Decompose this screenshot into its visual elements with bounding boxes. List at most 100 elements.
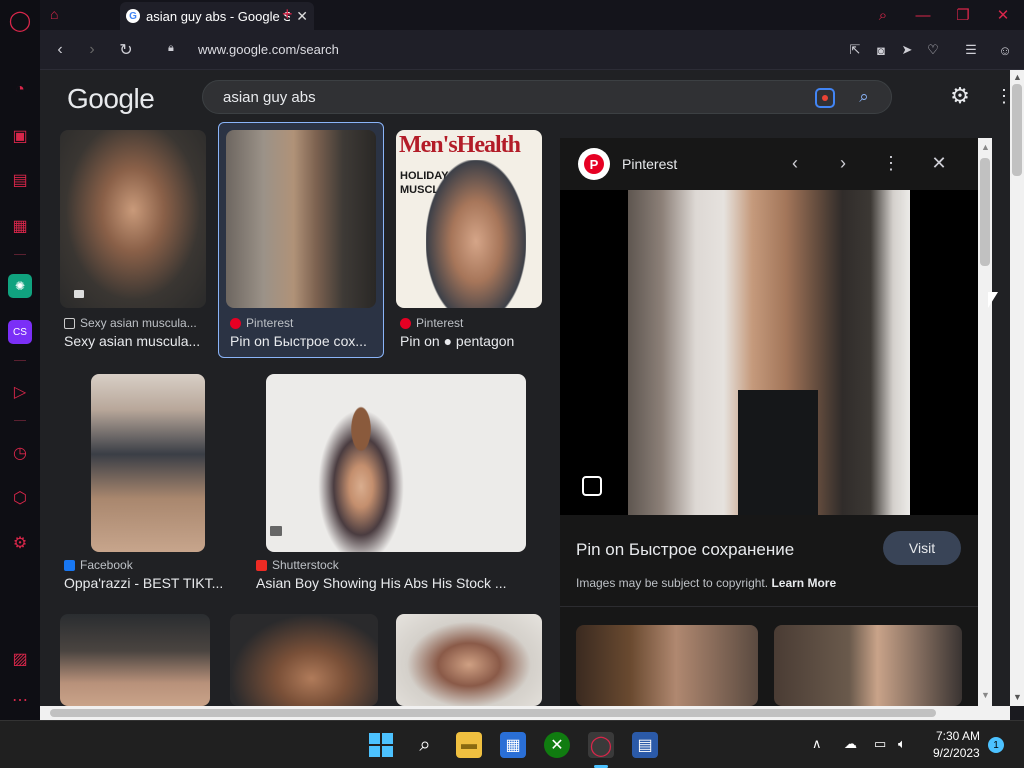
clock-time[interactable]: 7:30 AM: [936, 729, 980, 743]
lock-icon[interactable]: 🔒︎: [168, 42, 180, 56]
learn-more-link[interactable]: Learn More: [771, 576, 836, 590]
restore-icon[interactable]: ❐: [948, 4, 978, 26]
notification-badge[interactable]: 1: [988, 737, 1004, 753]
close-window-icon[interactable]: ✕: [988, 4, 1018, 26]
clock-date[interactable]: 9/2/2023: [933, 746, 980, 760]
search-taskbar-icon[interactable]: ⌕: [412, 732, 438, 758]
result-image[interactable]: [396, 614, 542, 706]
minimize-icon[interactable]: —: [908, 4, 938, 26]
google-logo[interactable]: Google: [67, 83, 155, 115]
windows-start-icon[interactable]: [368, 732, 394, 758]
speed-dial-icon[interactable]: ◔: [8, 78, 32, 102]
close-panel-icon[interactable]: ✕: [928, 152, 950, 174]
history-icon[interactable]: ◷: [8, 441, 32, 465]
search-box[interactable]: asian guy abs ⌕: [202, 80, 892, 114]
mouse-cursor: [988, 292, 998, 308]
google-favicon-icon: G: [126, 9, 140, 23]
forward-icon[interactable]: ›: [82, 40, 102, 60]
more-icon[interactable]: ⋯: [8, 688, 32, 712]
related-image[interactable]: [576, 625, 758, 706]
easy-setup-icon[interactable]: ☰: [962, 41, 980, 59]
settings-icon[interactable]: ⚙: [8, 531, 32, 555]
result-card[interactable]: Men'sHealth HOLIDAY MUSCLE Pinterest Pin…: [396, 128, 542, 352]
tab-islands-icon[interactable]: ⌂: [50, 6, 70, 24]
address-bar[interactable]: www.google.com/search: [198, 42, 339, 57]
apps-menu-icon[interactable]: ⋮: [995, 84, 1010, 108]
result-card[interactable]: Shutterstock Asian Boy Showing His Abs H…: [256, 372, 542, 594]
bookmark-heart-icon[interactable]: ♡: [924, 41, 942, 59]
search-input[interactable]: asian guy abs: [223, 89, 316, 106]
extensions-icon[interactable]: ▦: [8, 214, 32, 238]
panel-source-name[interactable]: Pinterest: [622, 156, 677, 172]
profile-icon[interactable]: ☺: [996, 41, 1014, 59]
result-title[interactable]: Sexy asian muscula...: [64, 333, 206, 349]
result-source: Shutterstock: [256, 558, 339, 572]
horizontal-scrollbar[interactable]: [40, 706, 1010, 720]
related-image[interactable]: [774, 625, 962, 706]
pinterest-logo-icon[interactable]: P: [578, 148, 610, 180]
onedrive-icon[interactable]: ☁: [844, 736, 857, 752]
google-lens-icon[interactable]: [815, 88, 835, 108]
reload-icon[interactable]: ↻: [116, 40, 136, 60]
calculator-icon[interactable]: ▤: [632, 732, 658, 758]
scrollbar-thumb[interactable]: [1012, 84, 1022, 176]
sidebar-divider: [14, 360, 26, 361]
gallery-icon[interactable]: ▨: [8, 647, 32, 671]
send-icon[interactable]: ➤: [898, 41, 916, 59]
result-card[interactable]: Facebook Oppa'razzi - BEST TIKT...: [64, 372, 234, 594]
result-source: Facebook: [64, 558, 133, 572]
snapshot-icon[interactable]: ◙: [872, 41, 890, 59]
twitch-icon[interactable]: ▤: [8, 168, 32, 192]
player-icon[interactable]: ▷: [8, 380, 32, 404]
result-title[interactable]: Oppa'razzi - BEST TIKT...: [64, 575, 234, 591]
result-image[interactable]: [266, 374, 526, 552]
opera-sidebar: ◯ ◔ ▣ ▤ ▦ ✺ CS ▷ ◷ ⬡ ⚙ ▨ ⋯: [0, 0, 40, 720]
result-image[interactable]: [60, 614, 210, 706]
show-hidden-icons-icon[interactable]: ∧: [812, 736, 822, 752]
more-options-icon[interactable]: ⋮: [880, 152, 902, 174]
chatgpt-icon[interactable]: ✺: [8, 274, 32, 298]
chatsonic-icon[interactable]: CS: [8, 320, 32, 344]
share-icon[interactable]: ⇱: [846, 41, 864, 59]
result-card[interactable]: Sexy asian muscula... Sexy asian muscula…: [60, 128, 206, 352]
xbox-icon[interactable]: ✕: [544, 732, 570, 758]
preview-image[interactable]: [628, 190, 910, 515]
settings-gear-icon[interactable]: ⚙: [948, 83, 972, 108]
result-title[interactable]: Pin on ● pentagon: [400, 333, 542, 349]
result-title[interactable]: Asian Boy Showing His Abs His Stock ...: [256, 575, 516, 591]
panel-title[interactable]: Pin on Быстрое сохранение: [576, 540, 794, 560]
result-source: Sexy asian muscula...: [64, 316, 197, 330]
lens-search-icon[interactable]: [582, 476, 602, 496]
facebook-icon: [64, 559, 75, 571]
workspaces-icon[interactable]: ▣: [8, 124, 32, 148]
scrollbar-thumb[interactable]: [50, 709, 936, 717]
search-tabs-icon[interactable]: ⌕: [868, 4, 898, 26]
back-icon[interactable]: ‹: [50, 40, 70, 60]
network-icon[interactable]: ▭: [874, 736, 886, 752]
volume-icon[interactable]: 🔈︎: [898, 736, 906, 752]
windows-taskbar: ⌕ ▬ ▦ ✕ ◯ ▤ ∧ ☁ ▭ 🔈︎ 7:30 AM 9/2/2023 1: [0, 720, 1024, 768]
result-image[interactable]: [230, 614, 378, 706]
result-card-selected[interactable]: Pinterest Pin on Быстрое сох...: [226, 128, 376, 352]
cube-icon[interactable]: ⬡: [8, 486, 32, 510]
result-title[interactable]: Pin on Быстрое сох...: [230, 333, 374, 349]
shutterstock-icon: [256, 559, 267, 571]
result-image[interactable]: Men'sHealth HOLIDAY MUSCLE: [396, 130, 542, 308]
new-tab-icon[interactable]: +: [282, 4, 302, 26]
result-image[interactable]: [91, 374, 205, 552]
panel-divider: [560, 606, 978, 607]
opera-logo-icon[interactable]: ◯: [8, 8, 32, 32]
image-badge-icon: [270, 526, 282, 536]
page-scrollbar[interactable]: ▲ ▼: [1010, 70, 1024, 706]
scrollbar-thumb[interactable]: [980, 158, 990, 266]
search-icon[interactable]: ⌕: [853, 86, 875, 108]
opera-gx-taskbar-icon[interactable]: ◯: [588, 732, 614, 758]
visit-button[interactable]: Visit: [883, 531, 961, 565]
next-icon[interactable]: ›: [832, 152, 854, 174]
microsoft-store-icon[interactable]: ▦: [500, 732, 526, 758]
result-image[interactable]: [60, 130, 206, 308]
panel-scrollbar[interactable]: ▲ ▼: [978, 138, 992, 706]
result-image[interactable]: [226, 130, 376, 308]
previous-icon[interactable]: ‹: [784, 152, 806, 174]
file-explorer-icon[interactable]: ▬: [456, 732, 482, 758]
